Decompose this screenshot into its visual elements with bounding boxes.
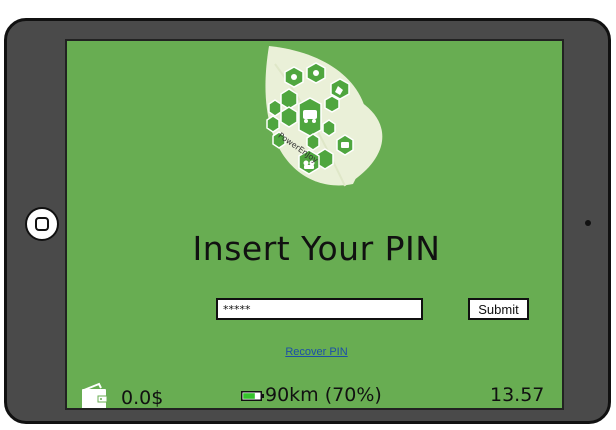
camera-icon xyxy=(585,220,591,226)
range-value: 90km (70%) xyxy=(265,384,382,406)
pin-input[interactable] xyxy=(216,298,423,320)
submit-button[interactable]: Submit xyxy=(468,298,529,320)
wallet-icon xyxy=(82,382,108,408)
clock-value: 13.57 xyxy=(490,384,545,406)
home-button-icon[interactable] xyxy=(25,207,59,241)
battery-level-fill xyxy=(243,393,255,399)
recover-pin-link[interactable]: Recover PIN xyxy=(67,346,562,358)
page-title: Insert Your PIN xyxy=(192,229,441,268)
tablet-frame: PowerEnJoy Insert Your PIN Submit Recove… xyxy=(4,18,611,424)
leaf-logo-icon: PowerEnJoy xyxy=(265,46,383,187)
app-screen: PowerEnJoy Insert Your PIN Submit Recove… xyxy=(65,39,564,410)
battery-icon xyxy=(241,391,264,401)
balance-value: 0.0$ xyxy=(121,387,164,409)
